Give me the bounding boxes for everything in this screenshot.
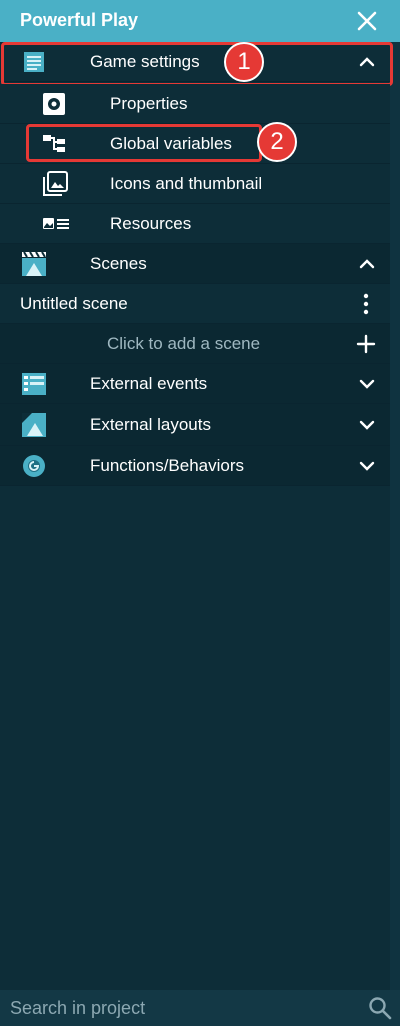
global-variables-highlight	[26, 124, 262, 162]
properties-label: Properties	[110, 93, 188, 113]
external-events-icon	[22, 372, 46, 395]
project-title-bar: Powerful Play	[0, 0, 400, 42]
chevron-down-icon[interactable]	[358, 419, 376, 431]
scenes-label: Scenes	[90, 253, 147, 273]
functions-behaviors-header[interactable]: Functions/Behaviors	[0, 446, 390, 486]
external-layouts-icon	[22, 412, 46, 437]
search-bar[interactable]: Search in project	[0, 990, 400, 1026]
functions-gear-icon	[23, 454, 45, 477]
close-icon[interactable]	[355, 9, 379, 33]
game-settings-highlight	[1, 42, 393, 86]
chevron-down-icon[interactable]	[358, 460, 376, 472]
sidebar-item-icons-thumbnail[interactable]: Icons and thumbnail	[0, 164, 390, 204]
untitled-scene-label: Untitled scene	[20, 293, 128, 313]
scene-item-untitled[interactable]: Untitled scene	[0, 284, 390, 324]
image-gallery-icon	[43, 170, 68, 196]
external-layouts-header[interactable]: External layouts	[0, 404, 390, 446]
resources-list-icon	[43, 217, 69, 229]
add-scene-label: Click to add a scene	[107, 333, 261, 353]
scenes-clapper-icon	[22, 250, 46, 276]
project-title: Powerful Play	[20, 10, 139, 30]
search-input[interactable]: Search in project	[10, 998, 145, 1019]
more-options-icon[interactable]	[362, 293, 370, 315]
sidebar-item-properties[interactable]: Properties	[0, 84, 390, 124]
external-layouts-label: External layouts	[90, 414, 211, 434]
scenes-header[interactable]: Scenes	[0, 244, 390, 284]
external-events-label: External events	[90, 373, 208, 393]
gear-icon	[43, 92, 65, 115]
external-events-header[interactable]: External events	[0, 364, 390, 404]
search-icon[interactable]	[368, 996, 392, 1020]
functions-behaviors-label: Functions/Behaviors	[90, 455, 245, 475]
chevron-down-icon[interactable]	[358, 378, 376, 390]
add-scene-button[interactable]: Click to add a scene	[0, 324, 390, 364]
sidebar-item-resources[interactable]: Resources	[0, 204, 390, 244]
scrollbar-track[interactable]	[390, 42, 400, 990]
icons-thumbnail-label: Icons and thumbnail	[110, 173, 263, 193]
resources-label: Resources	[110, 213, 192, 233]
plus-icon[interactable]	[356, 334, 376, 354]
step-badge-2: 2	[257, 122, 297, 162]
step-badge-1: 1	[224, 42, 264, 82]
chevron-up-icon[interactable]	[358, 258, 376, 270]
